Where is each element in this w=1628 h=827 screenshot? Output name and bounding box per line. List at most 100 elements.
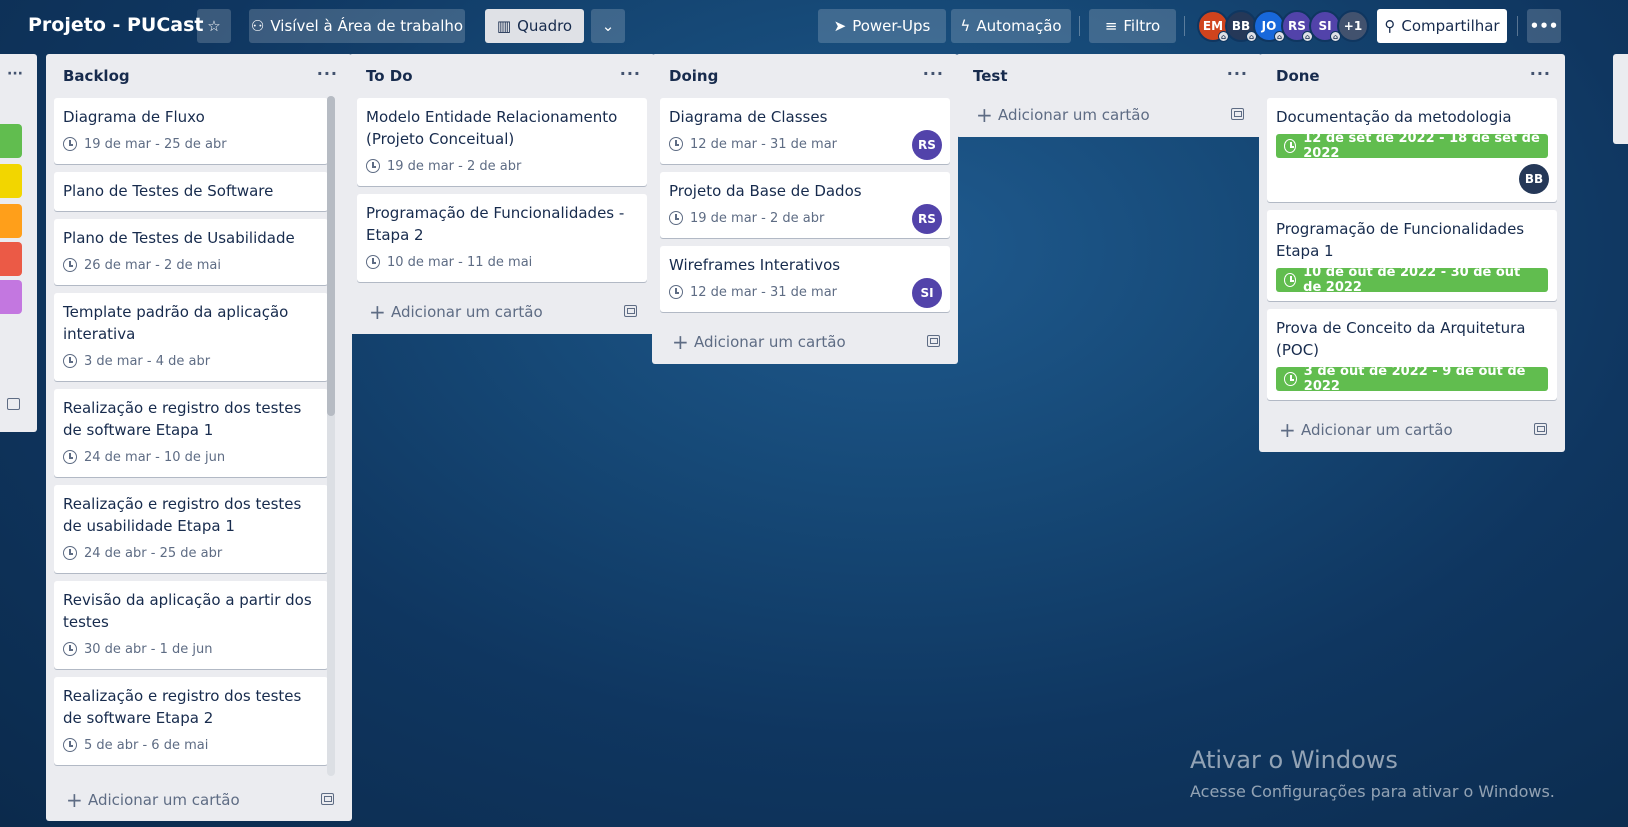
add-card-button[interactable]: + Adicionar um cartão	[46, 778, 352, 822]
list-done: Done ··· Documentação da metodologia 12 …	[1259, 54, 1565, 452]
card[interactable]: Programação de Funcionalidades - Etapa 2…	[357, 194, 647, 282]
star-button[interactable]: ☆	[197, 9, 231, 43]
list-doing: Doing ··· Diagrama de Classes 12 de mar …	[652, 54, 958, 364]
more-icon[interactable]: ···	[7, 66, 23, 82]
powerups-button[interactable]: ➤ Power-Ups	[818, 9, 946, 43]
avatar[interactable]: SI	[912, 278, 942, 308]
card-due-date: 5 de abr - 6 de mai	[63, 735, 208, 755]
windows-activation-title: Ativar o Windows	[1190, 746, 1398, 774]
list-to-do: To Do ··· Modelo Entidade Relacionamento…	[349, 54, 655, 334]
template-icon[interactable]	[1534, 423, 1547, 435]
share-button[interactable]: ⚲ Compartilhar	[1377, 9, 1507, 43]
automation-button[interactable]: ϟ Automação	[951, 9, 1071, 43]
team-icon: ⚇	[250, 17, 265, 35]
template-icon[interactable]	[321, 793, 334, 805]
list-menu-button[interactable]: ···	[1227, 64, 1248, 83]
card-due-date-complete[interactable]: 12 de set de 2022 - 18 de set de 2022	[1276, 131, 1548, 161]
template-icon[interactable]	[1231, 108, 1244, 120]
clock-icon	[1284, 139, 1297, 153]
template-icon[interactable]	[927, 335, 940, 347]
card-due-date: 12 de mar - 31 de mar	[669, 134, 837, 154]
add-list-partial[interactable]	[1613, 54, 1628, 144]
card-title: Modelo Entidade Relacionamento (Projeto …	[366, 108, 618, 148]
label-purple[interactable]	[0, 280, 22, 314]
view-switcher-button[interactable]: ⌄	[591, 9, 625, 43]
card[interactable]: Realização e registro dos testes de soft…	[54, 389, 328, 477]
card[interactable]: Realização e registro dos testes de soft…	[54, 677, 328, 765]
board-menu-button[interactable]: •••	[1527, 9, 1561, 43]
avatar[interactable]: RS	[912, 204, 942, 234]
label-green[interactable]	[0, 124, 22, 158]
divider	[1517, 16, 1518, 36]
board-title[interactable]: Projeto - PUCast	[28, 14, 204, 36]
card-due-date-complete[interactable]: 3 de out de 2022 - 9 de out de 2022	[1276, 364, 1548, 394]
list-title[interactable]: To Do	[366, 67, 413, 85]
avatar[interactable]: RS	[912, 130, 942, 160]
list-title[interactable]: Done	[1276, 67, 1320, 85]
list-title[interactable]: Backlog	[63, 67, 130, 85]
list-menu-button[interactable]: ···	[1530, 64, 1551, 83]
card-title: Prova de Conceito da Arquitetura (POC)	[1276, 319, 1526, 359]
clock-icon	[63, 546, 77, 560]
more-icon: •••	[1529, 17, 1559, 35]
avatar[interactable]: BB	[1519, 164, 1549, 194]
card-title: Programação de Funcionalidades - Etapa 2	[366, 204, 625, 244]
lightning-icon: ϟ	[960, 17, 971, 35]
card[interactable]: Diagrama de Fluxo 19 de mar - 25 de abr	[54, 98, 328, 164]
card-due-date: 24 de abr - 25 de abr	[63, 543, 222, 563]
add-card-button[interactable]: + Adicionar um cartão	[956, 93, 1262, 137]
template-icon[interactable]	[7, 398, 20, 410]
card-due-date: 3 de mar - 4 de abr	[63, 351, 210, 371]
add-card-button[interactable]: + Adicionar um cartão	[349, 290, 655, 334]
clock-icon	[63, 642, 77, 656]
card[interactable]: Revisão da aplicação a partir dos testes…	[54, 581, 328, 669]
card-due-date-complete[interactable]: 10 de out de 2022 - 30 de out de 2022	[1276, 265, 1548, 295]
list-header: Test ···	[956, 54, 1262, 98]
list-header: Doing ···	[652, 54, 958, 98]
list-scrollbar[interactable]	[327, 96, 335, 776]
card[interactable]: Modelo Entidade Relacionamento (Projeto …	[357, 98, 647, 186]
list-menu-button[interactable]: ···	[923, 64, 944, 83]
card[interactable]: Documentação da metodologia 12 de set de…	[1267, 98, 1557, 202]
card[interactable]: Plano de Testes de Software	[54, 172, 328, 211]
add-card-button[interactable]: + Adicionar um cartão	[1259, 408, 1565, 452]
card-due-date: 26 de mar - 2 de mai	[63, 255, 221, 275]
plus-icon: +	[369, 300, 386, 324]
card-due-date: 24 de mar - 10 de jun	[63, 447, 225, 467]
template-icon[interactable]	[624, 305, 637, 317]
card-title: Documentação da metodologia	[1276, 108, 1512, 126]
more-members-button[interactable]: +1	[1337, 10, 1369, 42]
add-card-button[interactable]: + Adicionar um cartão	[652, 320, 958, 364]
plus-icon: +	[66, 788, 83, 812]
clock-icon	[669, 211, 683, 225]
filter-icon: ≡	[1104, 17, 1118, 35]
card[interactable]: Programação de Funcionalidades Etapa 1 1…	[1267, 210, 1557, 301]
card[interactable]: Diagrama de Classes 12 de mar - 31 de ma…	[660, 98, 950, 164]
card-due-date: 10 de mar - 11 de mai	[366, 252, 532, 272]
list-menu-button[interactable]: ···	[620, 64, 641, 83]
filter-button[interactable]: ≡ Filtro	[1089, 9, 1176, 43]
list-title[interactable]: Doing	[669, 67, 718, 85]
clock-icon	[1284, 372, 1297, 386]
card-title: Realização e registro dos testes de soft…	[63, 687, 302, 727]
card[interactable]: Wireframes Interativos 12 de mar - 31 de…	[660, 246, 950, 312]
card[interactable]: Plano de Testes de Usabilidade 26 de mar…	[54, 219, 328, 285]
card[interactable]: Prova de Conceito da Arquitetura (POC) 3…	[1267, 309, 1557, 400]
list-menu-button[interactable]: ···	[317, 64, 338, 83]
card[interactable]: Realização e registro dos testes de usab…	[54, 485, 328, 573]
visibility-button[interactable]: ⚇ Visível à Área de trabalho	[249, 9, 465, 43]
label-orange[interactable]	[0, 204, 22, 238]
board-view-button[interactable]: ▥ Quadro	[485, 9, 584, 43]
card-title: Revisão da aplicação a partir dos testes	[63, 591, 312, 631]
filter-label: Filtro	[1123, 17, 1161, 35]
list-partial-labels[interactable]: ···	[0, 54, 37, 432]
list-title[interactable]: Test	[973, 67, 1008, 85]
label-yellow[interactable]	[0, 164, 22, 198]
board-header: Projeto - PUCast ☆ ⚇ Visível à Área de t…	[0, 0, 1628, 52]
card[interactable]: Projeto da Base de Dados 19 de mar - 2 d…	[660, 172, 950, 238]
card[interactable]: Template padrão da aplicação interativa …	[54, 293, 328, 381]
scrollbar-thumb[interactable]	[327, 96, 335, 416]
card-title: Template padrão da aplicação interativa	[63, 303, 289, 343]
label-red[interactable]	[0, 242, 22, 276]
card-title: Plano de Testes de Usabilidade	[63, 229, 295, 247]
